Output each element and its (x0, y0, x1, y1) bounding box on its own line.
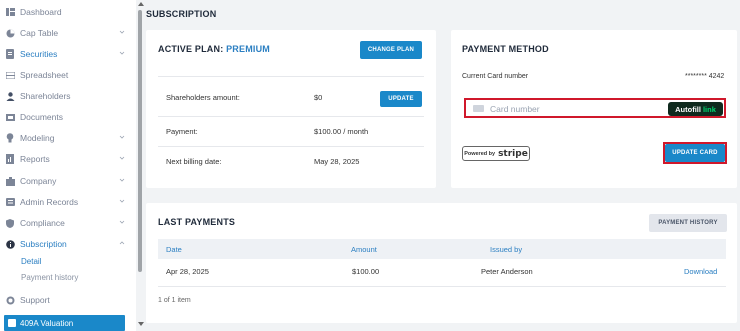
autofill-text: Autofill (675, 104, 701, 114)
sidebar-item-label: Securities (20, 49, 58, 59)
change-plan-button[interactable]: CHANGE PLAN (360, 41, 422, 59)
payment-date: Apr 28, 2025 (166, 267, 209, 276)
sidebar-item-label: Dashboard (20, 7, 62, 17)
records-icon (5, 197, 15, 207)
page-title: SUBSCRIPTION (146, 9, 217, 19)
payments-table-header: Date Amount Issued by (158, 239, 726, 259)
sidebar-item-dashboard[interactable]: Dashboard (0, 3, 136, 21)
divider (158, 76, 424, 77)
card-number-placeholder: Card number (490, 104, 540, 114)
pagination-info: 1 of 1 item (158, 297, 191, 304)
powered-by-text: Powered by (464, 150, 496, 157)
sidebar-item-label: Shareholders (20, 91, 71, 101)
chevron-down-icon (119, 51, 125, 55)
next-billing-value: May 28, 2025 (314, 157, 360, 166)
dashboard-icon (5, 7, 15, 17)
building-icon (5, 176, 15, 186)
payment-history-button[interactable]: PAYMENT HISTORY (649, 214, 727, 232)
sidebar-item-company[interactable]: Company (0, 172, 136, 190)
plan-heading-label: ACTIVE PLAN: (158, 44, 224, 54)
scroll-up-arrow-icon[interactable] (138, 2, 144, 6)
sidebar-item-compliance[interactable]: Compliance (0, 214, 136, 232)
sidebar-item-documents[interactable]: Documents (0, 108, 136, 126)
spreadsheet-icon (5, 70, 15, 80)
divider (158, 116, 424, 117)
chevron-down-icon (119, 178, 125, 182)
current-card-label: Current Card number (462, 73, 529, 80)
sidebar-item-label: Cap Table (20, 28, 59, 38)
info-icon (5, 239, 15, 249)
last-payments-heading: LAST PAYMENTS (158, 217, 236, 227)
person-icon (5, 91, 15, 101)
powered-by-stripe-badge[interactable]: Powered by stripe (462, 146, 530, 161)
card-number-input[interactable]: Card number Autofill link (464, 98, 726, 118)
sidebar-item-label: Spreadsheet (20, 70, 69, 80)
payment-value: $100.00 / month (314, 127, 369, 136)
sidebar-item-admin-records[interactable]: Admin Records (0, 193, 136, 211)
support-icon (5, 295, 15, 305)
divider (158, 286, 726, 287)
sidebar-item-shareholders[interactable]: Shareholders (0, 87, 136, 105)
shield-icon (5, 218, 15, 228)
sidebar: Dashboard Cap Table Securities Spreadshe… (0, 0, 136, 331)
payment-issued-by: Peter Anderson (481, 267, 533, 276)
autofill-link-button[interactable]: Autofill link (668, 102, 723, 116)
sidebar-item-label: 409A Valuation (20, 319, 74, 328)
payment-amount: $100.00 (352, 267, 380, 276)
sidebar-item-spreadsheet[interactable]: Spreadsheet (0, 66, 136, 84)
sidebar-item-409a-valuation[interactable]: 409A Valuation (4, 315, 125, 331)
sidebar-item-label: Company (20, 176, 57, 186)
chevron-down-icon (119, 220, 125, 224)
column-header-issued-by[interactable]: Issued by (490, 245, 522, 254)
last-payments-card: LAST PAYMENTS PAYMENT HISTORY (146, 203, 737, 323)
sidebar-item-label: Reports (20, 154, 50, 164)
sidebar-item-securities[interactable]: Securities (0, 45, 136, 63)
current-card-value: ******** 4242 (685, 73, 725, 80)
divider (158, 146, 424, 147)
payment-method-heading: PAYMENT METHOD (462, 44, 549, 54)
shareholders-amount-value: $0 (314, 93, 323, 102)
chevron-down-icon (119, 135, 125, 139)
sidebar-item-label: Compliance (20, 218, 65, 228)
sidebar-item-cap-table[interactable]: Cap Table (0, 24, 136, 42)
folder-icon (5, 112, 15, 122)
sidebar-subitem-payment-history[interactable]: Payment history (21, 273, 78, 282)
sidebar-item-label: Documents (20, 112, 63, 122)
sidebar-item-support[interactable]: Support (0, 291, 136, 309)
chevron-down-icon (119, 156, 125, 160)
stripe-logo: stripe (498, 148, 528, 159)
column-header-amount[interactable]: Amount (351, 245, 377, 254)
chevron-up-icon (119, 241, 125, 245)
column-header-date[interactable]: Date (166, 245, 182, 254)
active-plan-card: ACTIVE PLAN: PREMIUM CHANGE PLAN Shareho… (146, 30, 436, 188)
sidebar-item-label: Modeling (20, 133, 55, 143)
report-icon (5, 154, 15, 164)
scroll-down-arrow-icon[interactable] (138, 322, 144, 326)
chevron-down-icon (119, 30, 125, 34)
shareholders-amount-label: Shareholders amount: (166, 93, 240, 102)
credit-card-icon (473, 105, 484, 112)
chevron-down-icon (119, 199, 125, 203)
valuation-icon (8, 319, 16, 327)
sidebar-item-reports[interactable]: Reports (0, 150, 136, 168)
sidebar-subitem-detail[interactable]: Detail (21, 257, 41, 266)
payment-label: Payment: (166, 127, 198, 136)
plan-name: PREMIUM (226, 44, 271, 54)
plan-heading: ACTIVE PLAN: PREMIUM (158, 44, 270, 54)
sidebar-item-modeling[interactable]: Modeling (0, 129, 136, 147)
pie-chart-icon (5, 28, 15, 38)
sidebar-item-subscription[interactable]: Subscription (0, 235, 136, 253)
sidebar-item-label: Admin Records (20, 197, 79, 207)
download-link[interactable]: Download (684, 267, 717, 276)
sidebar-item-label: Subscription (20, 239, 67, 249)
update-button[interactable]: UPDATE (380, 91, 422, 107)
document-icon (5, 49, 15, 59)
update-card-button[interactable]: UPDATE CARD (665, 144, 725, 162)
next-billing-label: Next billing date: (166, 157, 222, 166)
sidebar-item-label: Support (20, 295, 50, 305)
scrollbar-thumb[interactable] (138, 10, 142, 272)
link-logo: link (702, 104, 716, 114)
lightbulb-icon (5, 133, 15, 143)
